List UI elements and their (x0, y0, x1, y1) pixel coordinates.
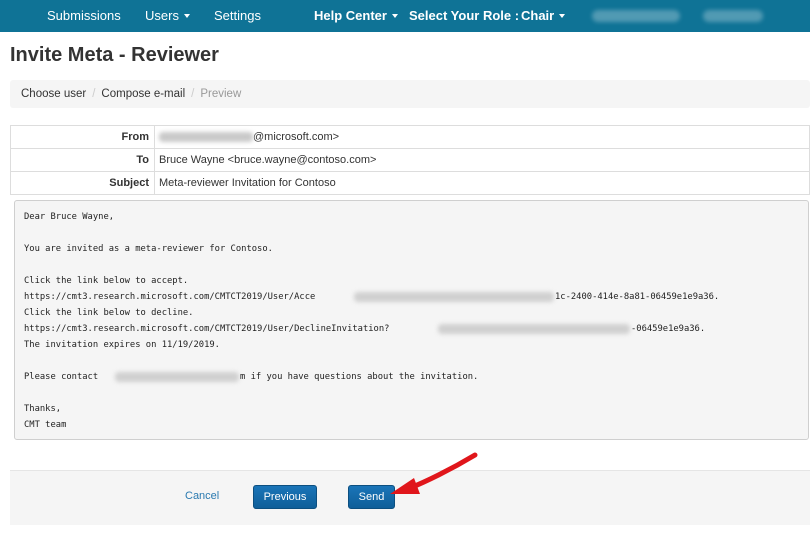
subject-row: Subject Meta-reviewer Invitation for Con… (10, 171, 810, 195)
breadcrumb: Choose user / Compose e-mail / Preview (10, 80, 810, 108)
email-header-table: From @microsoft.com> To Bruce Wayne <bru… (10, 125, 810, 195)
nav-role-label: Select Your Role : (409, 8, 520, 23)
body-line (24, 257, 808, 273)
body-line: Click the link below to accept. (24, 276, 189, 286)
redacted-contact-email (115, 372, 239, 382)
to-label: To (10, 148, 155, 172)
body-line (24, 385, 808, 401)
decline-link-line: https://cmt3.research.microsoft.com/CMTC… (24, 321, 808, 337)
from-label: From (10, 125, 155, 149)
redacted-sender (159, 132, 253, 143)
redacted-nav-item[interactable] (592, 10, 680, 22)
cancel-link[interactable]: Cancel (185, 490, 219, 502)
decline-link-tail: -06459e1e9a36. (631, 324, 706, 334)
body-line: CMT team (24, 420, 67, 430)
breadcrumb-compose-email[interactable]: Compose e-mail (101, 88, 185, 100)
top-navbar: Submissions Users Settings Help Center S… (0, 0, 810, 32)
chevron-down-icon (391, 13, 398, 18)
body-line: You are invited as a meta-reviewer for C… (24, 244, 273, 254)
accept-link-tail: 1c-2400-414e-8a81-06459e1e9a36. (555, 292, 720, 302)
redacted-decline-token (438, 324, 630, 334)
nav-role-selector[interactable]: Chair (521, 0, 566, 32)
previous-button[interactable]: Previous (253, 485, 317, 509)
contact-start: Please contact (24, 372, 104, 382)
body-line: The invitation expires on 11/19/2019. (24, 340, 220, 350)
body-line: Dear Bruce Wayne, (24, 212, 115, 222)
breadcrumb-choose-user[interactable]: Choose user (21, 88, 86, 100)
to-row: To Bruce Wayne <bruce.wayne@contoso.com> (10, 148, 810, 172)
contact-line: Please contact m if you have questions a… (24, 369, 808, 385)
accept-link-line: https://cmt3.research.microsoft.com/CMTC… (24, 289, 808, 305)
chevron-down-icon (183, 13, 190, 18)
accept-link-start: https://cmt3.research.microsoft.com/CMTC… (24, 292, 316, 302)
body-line: Thanks, (24, 404, 62, 414)
subject-label: Subject (10, 171, 155, 195)
subject-value: Meta-reviewer Invitation for Contoso (154, 171, 810, 195)
nav-help-center[interactable]: Help Center (314, 0, 398, 32)
chevron-down-icon (559, 13, 566, 18)
decline-link-start: https://cmt3.research.microsoft.com/CMTC… (24, 324, 390, 334)
from-value: @microsoft.com> (154, 125, 810, 149)
nav-help-center-label: Help Center (314, 8, 387, 23)
annotation-arrow-icon (390, 452, 478, 494)
from-row: From @microsoft.com> (10, 125, 810, 149)
redacted-nav-item[interactable] (703, 10, 763, 22)
contact-tail: m if you have questions about the invita… (240, 372, 479, 382)
page-title: Invite Meta - Reviewer (10, 44, 219, 66)
breadcrumb-preview: Preview (200, 88, 242, 100)
email-body-preview: Dear Bruce Wayne, You are invited as a m… (14, 200, 809, 440)
breadcrumb-separator: / (92, 88, 96, 100)
body-line: Click the link below to decline. (24, 308, 194, 318)
body-line (24, 225, 808, 241)
nav-users-label: Users (145, 8, 179, 23)
breadcrumb-separator: / (191, 88, 195, 100)
nav-role-value: Chair (521, 8, 555, 23)
nav-users[interactable]: Users (145, 0, 190, 32)
to-value: Bruce Wayne <bruce.wayne@contoso.com> (154, 148, 810, 172)
body-line (24, 353, 808, 369)
from-value-suffix: @microsoft.com> (253, 131, 340, 143)
redacted-accept-token (354, 292, 554, 302)
nav-settings[interactable]: Settings (214, 0, 261, 32)
nav-submissions[interactable]: Submissions (47, 0, 121, 32)
